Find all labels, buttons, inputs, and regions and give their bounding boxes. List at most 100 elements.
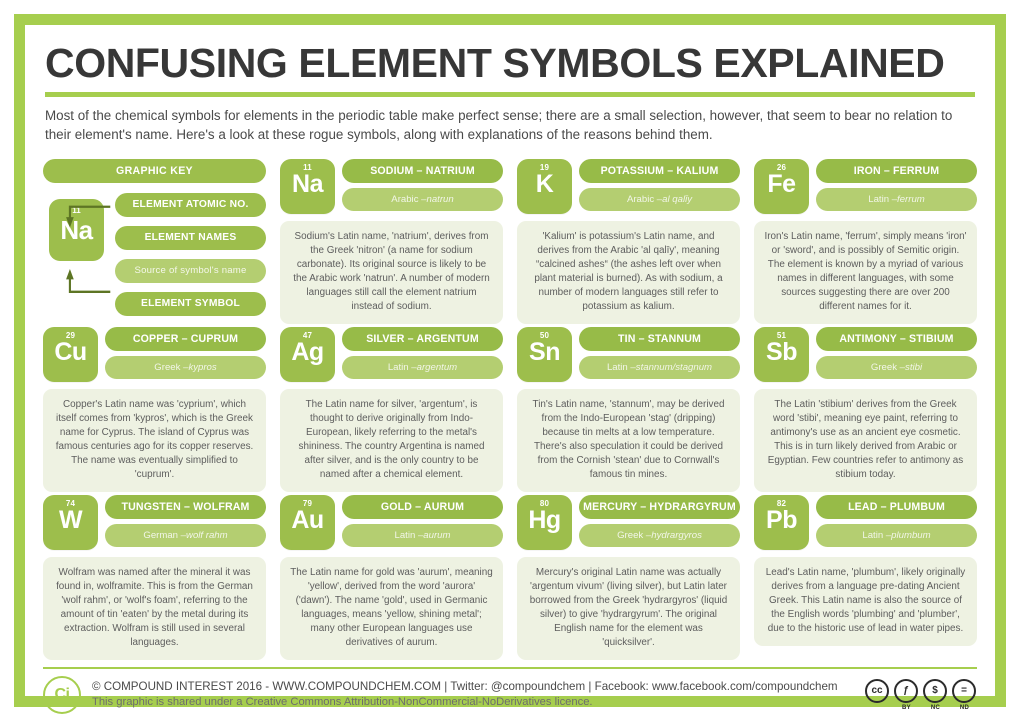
graphic-key: GRAPHIC KEY ELEMENT ATOMIC NO. ELEMENT N…: [43, 158, 266, 325]
source-prefix: Greek –: [154, 361, 189, 373]
element-source: Greek – hydrargyros: [579, 523, 740, 547]
source-word: stannum/stagnum: [635, 361, 713, 373]
element-description: 'Kalium' is potassium's Latin name, and …: [517, 220, 740, 325]
element-tile: 50 Sn: [517, 326, 572, 382]
compound-interest-logo-icon: Ci: [43, 675, 81, 714]
source-word: plumbum: [891, 529, 931, 541]
source-word: aurum: [423, 529, 451, 541]
element-card-hg: 80 Hg MERCURY – HYDRARGYRUM Greek – hydr…: [517, 494, 740, 661]
element-symbol: Ag: [291, 337, 324, 366]
source-word: argentum: [416, 361, 458, 373]
element-title: GOLD – AURUM: [342, 494, 503, 519]
element-source: Latin – aurum: [342, 523, 503, 547]
element-grid: GRAPHIC KEY ELEMENT ATOMIC NO. ELEMENT N…: [43, 158, 977, 661]
key-label-element-names: ELEMENT NAMES: [115, 225, 266, 250]
element-description: The Latin name for silver, 'argentum', i…: [280, 388, 503, 493]
element-symbol: Hg: [528, 505, 561, 534]
element-description: Sodium's Latin name, 'natrium', derives …: [280, 220, 503, 325]
element-title: POTASSIUM – KALIUM: [579, 158, 740, 183]
source-word: stibi: [905, 361, 923, 373]
source-word: kypros: [188, 361, 217, 373]
element-description: Tin's Latin name, 'stannum', may be deri…: [517, 388, 740, 493]
element-tile: 29 Cu: [43, 326, 98, 382]
green-frame: CONFUSING ELEMENT SYMBOLS EXPLAINED Most…: [14, 14, 1006, 714]
element-tile: 51 Sb: [754, 326, 809, 382]
key-label-element-symbol: ELEMENT SYMBOL: [115, 291, 266, 316]
source-word: natrun: [426, 193, 454, 205]
element-tile: 80 Hg: [517, 494, 572, 550]
source-prefix: German –: [143, 529, 187, 541]
source-prefix: Greek –: [870, 361, 906, 373]
element-description: Copper's Latin name was 'cyprium', which…: [43, 388, 266, 493]
element-tile: 11 Na: [280, 158, 335, 214]
source-prefix: Arabic –: [391, 193, 427, 205]
element-symbol: Sn: [529, 337, 560, 366]
source-prefix: Latin –: [862, 529, 892, 541]
cc-nc-icon: $ NC: [923, 678, 948, 711]
element-description: The Latin 'stibium' derives from the Gre…: [754, 388, 977, 493]
title-divider: [45, 91, 975, 97]
element-title: TIN – STANNUM: [579, 326, 740, 351]
element-title: ANTIMONY – STIBIUM: [816, 326, 977, 351]
element-card-cu: 29 Cu COPPER – CUPRUM Greek – kypros Cop…: [43, 326, 266, 493]
element-tile: 74 W: [43, 494, 98, 550]
page-subtitle: Most of the chemical symbols for element…: [45, 107, 953, 143]
source-prefix: Latin –: [387, 361, 417, 373]
key-label-source: Source of symbol's name: [115, 258, 266, 283]
graphic-key-heading: GRAPHIC KEY: [43, 158, 266, 183]
footer-copyright: © COMPOUND INTEREST 2016 - WWW.COMPOUNDC…: [92, 679, 838, 693]
infographic-page: CONFUSING ELEMENT SYMBOLS EXPLAINED Most…: [0, 0, 1020, 721]
element-title: SODIUM – NATRIUM: [342, 158, 503, 183]
element-card-sb: 51 Sb ANTIMONY – STIBIUM Greek – stibi T…: [754, 326, 977, 493]
element-title: LEAD – PLUMBUM: [816, 494, 977, 519]
element-tile: 47 Ag: [280, 326, 335, 382]
element-symbol: K: [535, 169, 554, 198]
element-title: TUNGSTEN – WOLFRAM: [105, 494, 266, 519]
key-label-atomic-no: ELEMENT ATOMIC NO.: [115, 192, 266, 217]
element-source: Greek – kypros: [105, 355, 266, 379]
creative-commons-icons: cc ƒ BY $ NC = ND: [865, 678, 977, 711]
element-symbol: Sb: [766, 337, 797, 366]
element-symbol: Na: [292, 169, 323, 198]
element-source: Arabic – al qalīy: [579, 187, 740, 211]
source-word: wolf rahm: [186, 529, 228, 541]
element-title: COPPER – CUPRUM: [105, 326, 266, 351]
footer-licence: This graphic is shared under a Creative …: [92, 695, 593, 708]
source-prefix: Latin –: [394, 529, 424, 541]
key-sample-atomic-number: 11: [72, 205, 81, 215]
key-sample-tile: 11 Na: [49, 198, 104, 261]
source-prefix: Latin –: [606, 361, 636, 373]
header: CONFUSING ELEMENT SYMBOLS EXPLAINED Most…: [43, 39, 977, 145]
page-title: CONFUSING ELEMENT SYMBOLS EXPLAINED: [45, 40, 945, 86]
element-source: Latin – ferrum: [816, 187, 977, 211]
element-source: Latin – argentum: [342, 355, 503, 379]
element-card-k: 19 K POTASSIUM – KALIUM Arabic – al qalī…: [517, 158, 740, 325]
source-prefix: Arabic –: [626, 193, 663, 205]
source-word: hydrargyros: [651, 529, 702, 541]
element-card-ag: 47 Ag SILVER – ARGENTUM Latin – argentum…: [280, 326, 503, 493]
element-symbol: Pb: [766, 505, 797, 534]
element-card-au: 79 Au GOLD – AURUM Latin – aurum The Lat…: [280, 494, 503, 661]
element-description: Lead's Latin name, 'plumbum', likely ori…: [754, 556, 977, 646]
element-symbol: Au: [291, 505, 324, 534]
cc-nd-icon: = ND: [952, 678, 977, 711]
element-card-na: 11 Na SODIUM – NATRIUM Arabic – natrun S…: [280, 158, 503, 325]
source-prefix: Latin –: [868, 193, 898, 205]
element-source: Latin – plumbum: [816, 523, 977, 547]
element-description: Mercury's original Latin name was actual…: [517, 556, 740, 661]
element-symbol: W: [58, 505, 83, 534]
key-sample-symbol: Na: [60, 214, 93, 245]
element-card-sn: 50 Sn TIN – STANNUM Latin – stannum/stag…: [517, 326, 740, 493]
element-source: Arabic – natrun: [342, 187, 503, 211]
element-title: SILVER – ARGENTUM: [342, 326, 503, 351]
element-description: Wolfram was named after the mineral it w…: [43, 556, 266, 661]
element-symbol: Fe: [767, 169, 796, 198]
cc-by-icon: ƒ BY: [894, 678, 919, 711]
element-card-pb: 82 Pb LEAD – PLUMBUM Latin – plumbum Lea…: [754, 494, 977, 661]
source-word: ferrum: [897, 193, 925, 205]
element-description: The Latin name for gold was 'aurum', mea…: [280, 556, 503, 661]
element-card-fe: 26 Fe IRON – FERRUM Latin – ferrum Iron'…: [754, 158, 977, 325]
element-source: Latin – stannum/stagnum: [579, 355, 740, 379]
element-source: German – wolf rahm: [105, 523, 266, 547]
element-card-w: 74 W TUNGSTEN – WOLFRAM German – wolf ra…: [43, 494, 266, 661]
